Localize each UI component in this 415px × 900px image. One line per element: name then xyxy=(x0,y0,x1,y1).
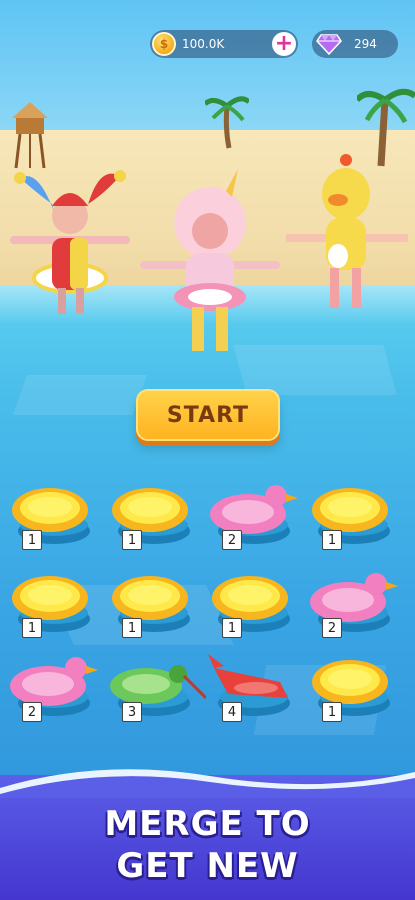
plus-icon: + xyxy=(274,31,294,56)
pink-duck-float[interactable]: 2 xyxy=(308,566,398,646)
yellow-raft-float[interactable]: 1 xyxy=(108,478,196,558)
level-badge: 2 xyxy=(322,618,342,638)
level-badge: 1 xyxy=(222,618,242,638)
coin-icon: $ xyxy=(152,32,176,56)
level-badge: 2 xyxy=(22,702,42,722)
level-badge: 4 xyxy=(222,702,242,722)
yellow-raft-float[interactable]: 1 xyxy=(8,478,96,558)
pink-duck-float[interactable]: 2 xyxy=(208,478,298,558)
yellow-raft-float[interactable]: 1 xyxy=(308,650,396,730)
yellow-raft-float[interactable]: 1 xyxy=(208,566,296,646)
pink-duck-float[interactable]: 2 xyxy=(8,650,98,730)
level-badge: 1 xyxy=(322,530,342,550)
chick-character[interactable] xyxy=(286,152,408,317)
yellow-raft-float[interactable]: 1 xyxy=(308,478,396,558)
banner-line-2: GET NEW xyxy=(116,846,299,886)
yellow-raft-float[interactable]: 1 xyxy=(108,566,196,646)
jester-character[interactable] xyxy=(8,160,133,320)
level-badge: 2 xyxy=(222,530,242,550)
green-hummingbird-float[interactable]: 3 xyxy=(108,650,206,730)
add-coins-button[interactable]: + xyxy=(272,32,296,56)
level-badge: 1 xyxy=(322,702,342,722)
level-badge: 1 xyxy=(22,530,42,550)
coin-counter: $ 100.0K + xyxy=(150,30,298,58)
pink-cat-character[interactable] xyxy=(140,165,280,360)
level-badge: 1 xyxy=(122,530,142,550)
game-screen: $ 100.0K + 294 START 1 1 2 1 1 1 1 2 2 3 4 1 MERGE … xyxy=(0,0,415,900)
banner-line-1: MERGE TO xyxy=(104,804,311,844)
level-badge: 3 xyxy=(122,702,142,722)
diamond-icon xyxy=(316,34,342,55)
gem-counter: 294 xyxy=(312,30,398,58)
level-badge: 1 xyxy=(122,618,142,638)
level-badge: 1 xyxy=(22,618,42,638)
palm-tree xyxy=(205,96,249,149)
start-button[interactable]: START xyxy=(136,389,280,441)
yellow-raft-float[interactable]: 1 xyxy=(8,566,96,646)
coin-amount: 100.0K xyxy=(182,37,225,51)
red-fish-float[interactable]: 4 xyxy=(208,650,296,730)
banner-wave xyxy=(0,769,415,798)
gem-amount: 294 xyxy=(354,37,377,51)
